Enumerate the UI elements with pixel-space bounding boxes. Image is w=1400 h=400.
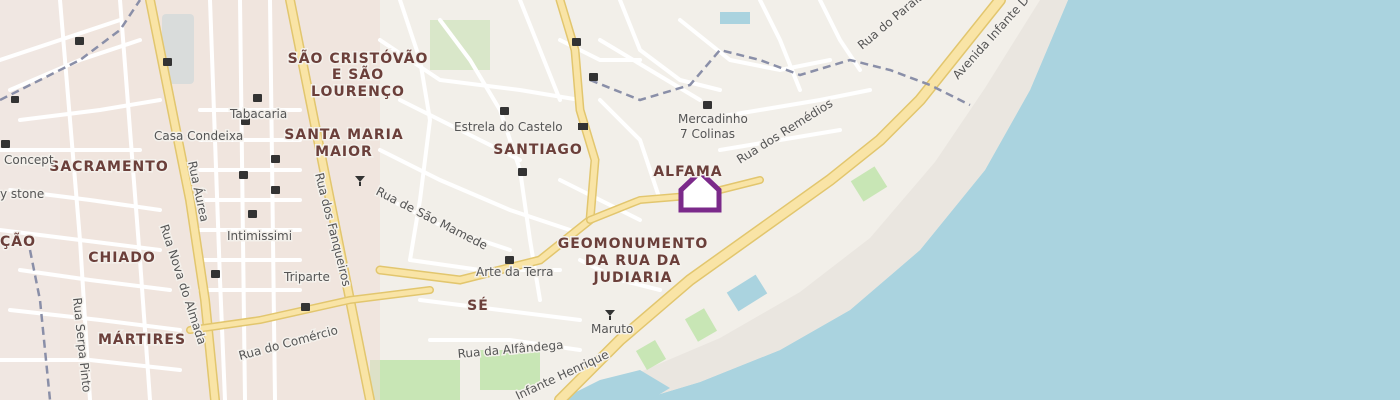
district-label: MÁRTIRES xyxy=(98,331,186,348)
poi-label: Intimissimi xyxy=(227,229,292,243)
shop-icon xyxy=(163,58,172,66)
district-label: JUDIARIA xyxy=(592,270,672,286)
district-label: GEOMONUMENTO xyxy=(558,236,709,252)
pond xyxy=(720,12,750,24)
poi-label: 7 Colinas xyxy=(680,127,735,141)
district-label: E SÃO xyxy=(332,66,384,83)
district-label: MAIOR xyxy=(315,144,373,160)
poi-label: Concept xyxy=(4,153,54,167)
poi-label: Mercadinho xyxy=(678,112,748,126)
district-label: SACRAMENTO xyxy=(49,159,168,175)
district-label: ÇÃO xyxy=(0,233,36,250)
poi-label: Estrela do Castelo xyxy=(454,120,563,134)
poi-label: Tabacaria xyxy=(229,107,287,121)
shop-icon xyxy=(518,168,527,176)
shop-icon xyxy=(572,38,581,46)
poi-label: Arte da Terra xyxy=(476,265,554,279)
shop-icon xyxy=(11,96,19,103)
shop-icon xyxy=(500,107,509,115)
post-office-icon xyxy=(578,123,588,130)
poi-label: Casa Condeixa xyxy=(154,129,243,143)
shop-icon xyxy=(301,303,310,311)
map-canvas[interactable]: SÃO CRISTÓVÃO E SÃO LOURENÇO SANTA MARIA… xyxy=(0,0,1400,400)
shop-icon xyxy=(271,155,280,163)
map-view[interactable]: SÃO CRISTÓVÃO E SÃO LOURENÇO SANTA MARIA… xyxy=(0,0,1400,400)
shop-icon xyxy=(253,94,262,102)
shop-icon xyxy=(75,37,84,45)
district-label: SANTA MARIA xyxy=(284,127,403,143)
shop-icon xyxy=(239,171,248,179)
shop-icon xyxy=(211,270,220,278)
district-label: LOURENÇO xyxy=(311,84,405,100)
shop-icon xyxy=(271,186,280,194)
district-label: SÃO CRISTÓVÃO xyxy=(288,49,429,67)
district-label: CHIADO xyxy=(88,250,156,266)
clothes-shop-icon xyxy=(248,210,257,218)
district-label: ALFAMA xyxy=(653,164,722,180)
district-label: SANTIAGO xyxy=(493,142,583,158)
poi-label: Maruto xyxy=(591,322,633,336)
poi-label: Triparte xyxy=(283,270,330,284)
district-label: SÉ xyxy=(467,297,489,314)
poi-label: y stone xyxy=(0,187,44,201)
district-label: DA RUA DA xyxy=(585,253,681,269)
shop-icon xyxy=(589,73,598,81)
shop-icon xyxy=(505,256,514,264)
clothes-shop-icon xyxy=(1,140,10,148)
park-area xyxy=(370,360,460,400)
shop-icon xyxy=(703,101,712,109)
